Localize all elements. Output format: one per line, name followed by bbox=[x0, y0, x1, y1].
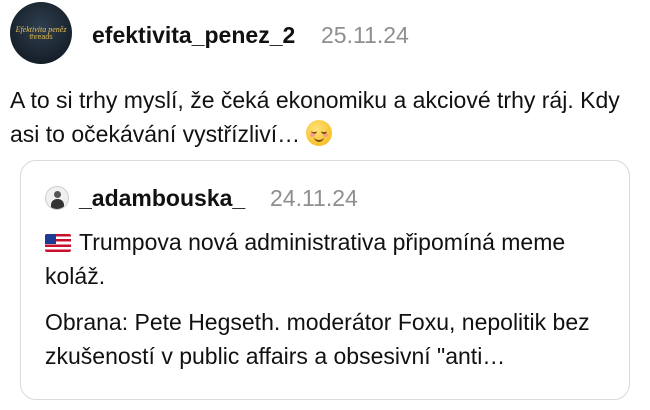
quoted-author-avatar[interactable] bbox=[45, 186, 69, 210]
quoted-author-username[interactable]: _adambouska_ bbox=[79, 185, 245, 212]
post-date[interactable]: 25.11.24 bbox=[321, 22, 409, 49]
smiling-face-icon bbox=[306, 120, 333, 146]
quoted-paragraph-1: Trumpova nová administrativa připomíná m… bbox=[45, 225, 605, 293]
post-header: Efektivita peněz threads efektivita_pene… bbox=[0, 0, 650, 70]
quoted-post-card[interactable]: _adambouska_ 24.11.24 Trumpova nová admi… bbox=[20, 160, 630, 400]
author-username[interactable]: efektivita_penez_2 bbox=[92, 22, 295, 49]
avatar-brand-text: Efektivita peněz bbox=[15, 24, 67, 34]
quoted-post-text: Trumpova nová administrativa připomíná m… bbox=[45, 225, 605, 385]
quoted-post-date[interactable]: 24.11.24 bbox=[270, 185, 358, 212]
us-flag-icon bbox=[45, 234, 71, 252]
quoted-paragraph-2: Obrana: Pete Hegseth. moderátor Foxu, ne… bbox=[45, 309, 590, 369]
post-text: A to si trhy myslí, že čeká ekonomiku a … bbox=[10, 83, 640, 151]
author-avatar[interactable]: Efektivita peněz threads bbox=[10, 2, 72, 64]
quoted-paragraph-1-text: Trumpova nová administrativa připomíná m… bbox=[45, 229, 566, 289]
avatar-subtext: threads bbox=[29, 33, 53, 41]
